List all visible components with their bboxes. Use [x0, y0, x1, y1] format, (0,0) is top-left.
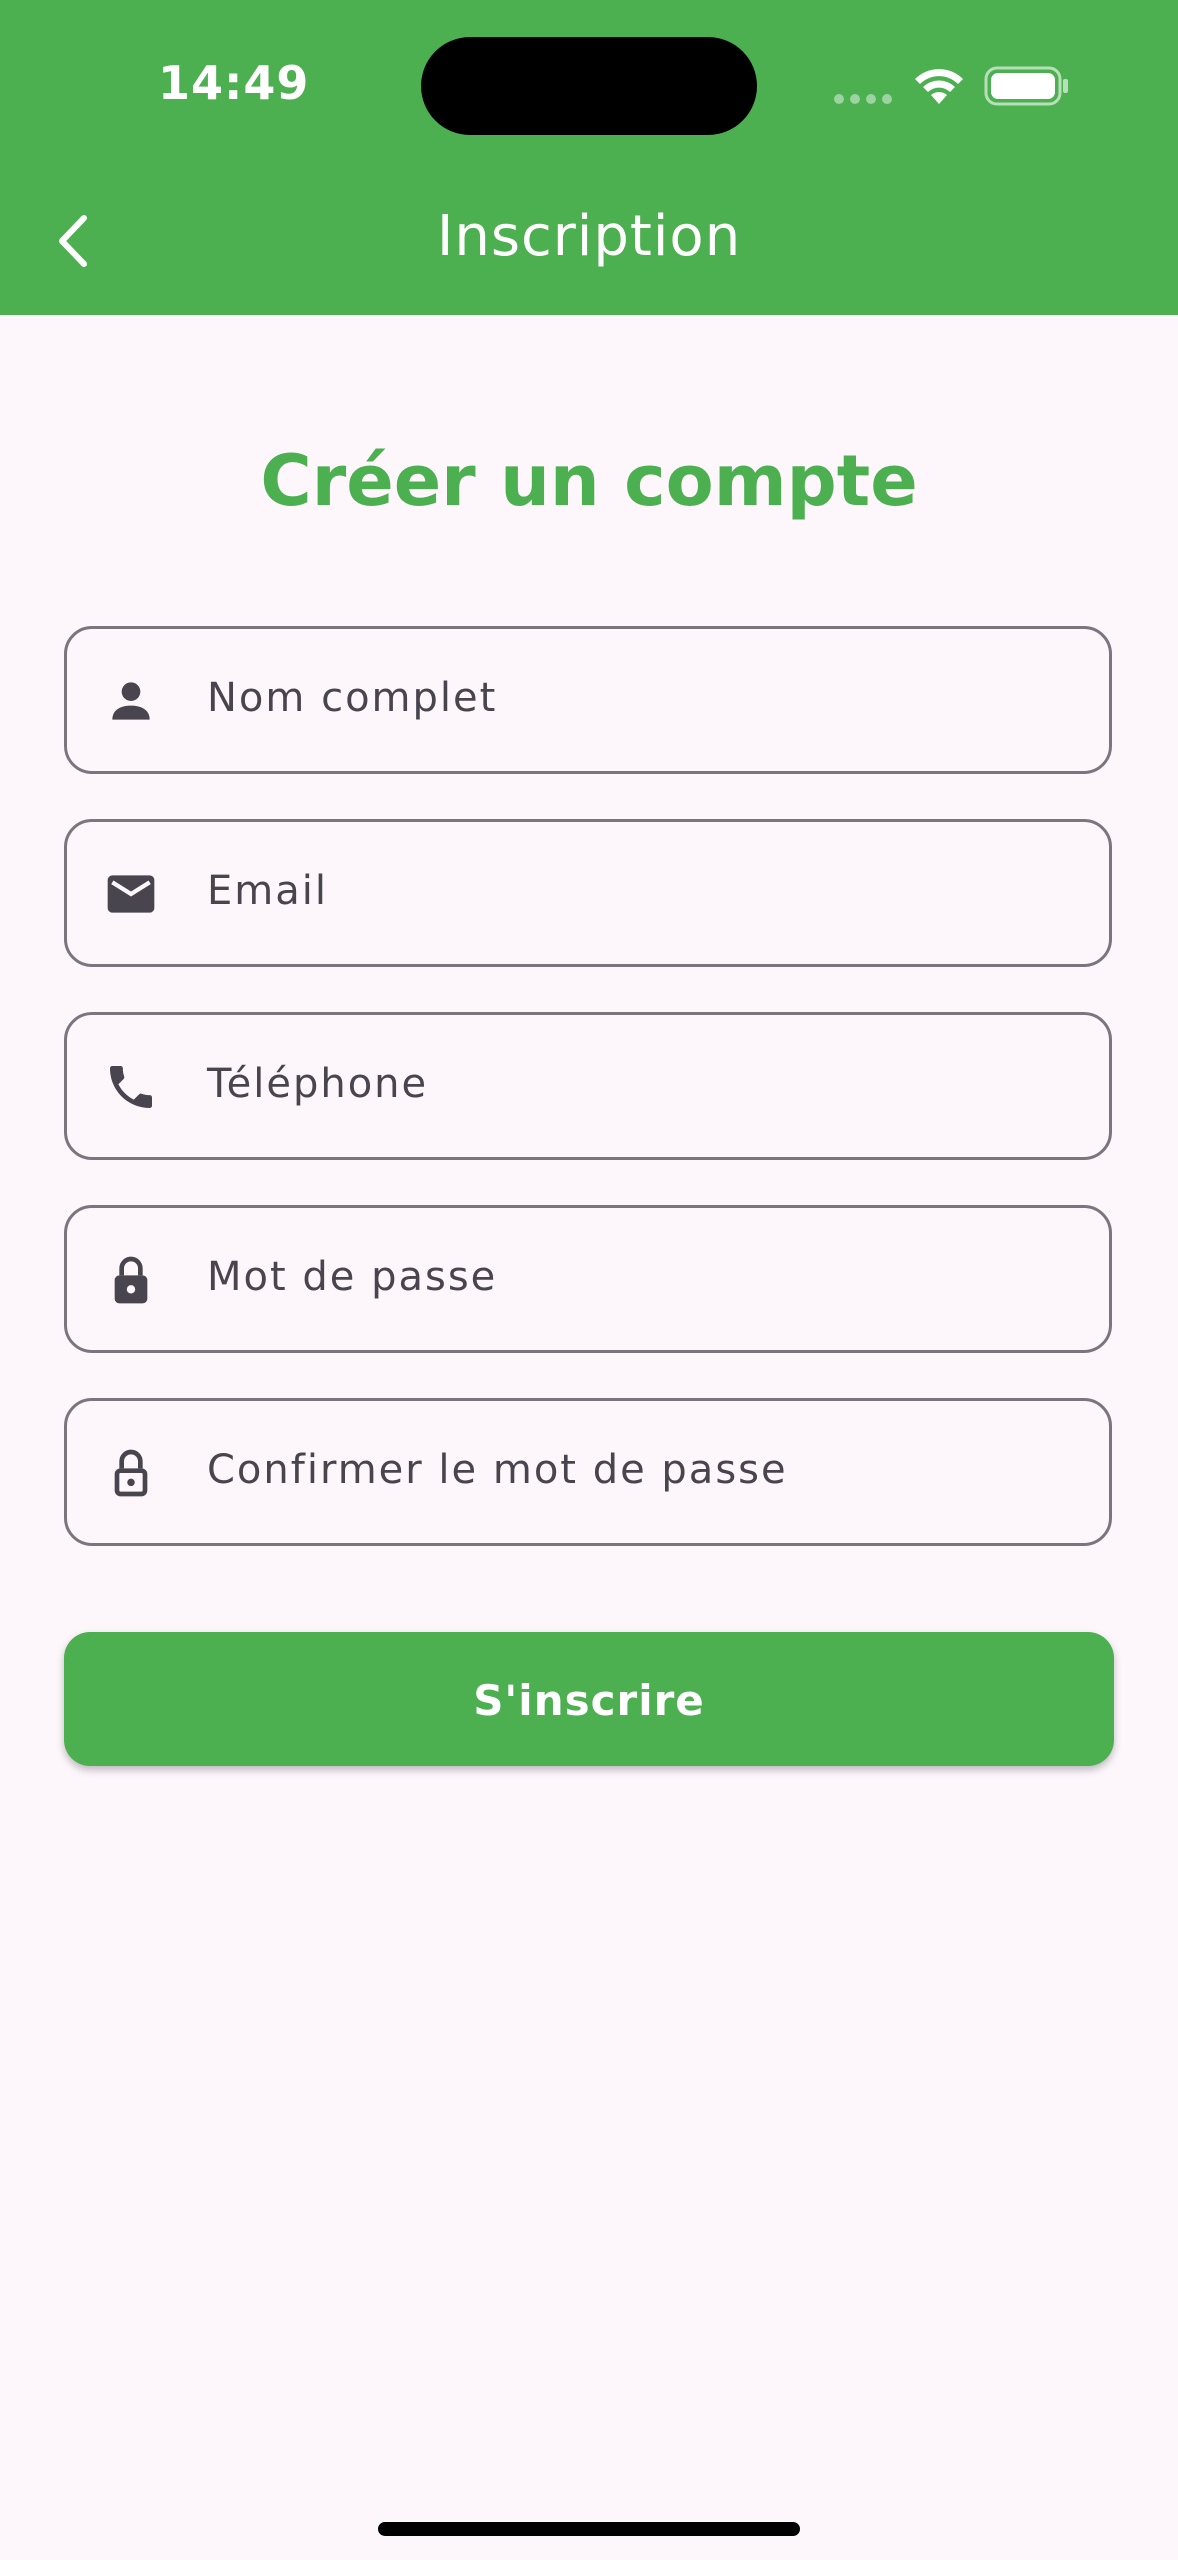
email-field[interactable]: Email	[64, 819, 1112, 967]
full-name-field[interactable]: Nom complet	[64, 626, 1112, 774]
email-placeholder: Email	[207, 868, 328, 914]
confirm-password-placeholder: Confirmer le mot de passe	[207, 1447, 788, 1493]
status-time: 14:49	[158, 56, 310, 110]
password-placeholder: Mot de passe	[207, 1254, 498, 1300]
wifi-icon	[915, 69, 963, 104]
lock-icon	[114, 1256, 148, 1304]
person-icon	[112, 682, 150, 720]
full-name-placeholder: Nom complet	[207, 675, 498, 721]
register-button[interactable]: S'inscrire	[64, 1632, 1114, 1766]
cellular-signal-icon	[834, 94, 894, 104]
dynamic-island	[421, 37, 757, 135]
home-indicator[interactable]	[378, 2522, 800, 2536]
confirm-password-field[interactable]: Confirmer le mot de passe	[64, 1398, 1112, 1546]
page-title: Créer un compte	[260, 440, 918, 522]
app-bar-title: Inscription	[436, 204, 742, 269]
lock-outline-icon	[114, 1449, 148, 1497]
mail-icon	[107, 875, 155, 913]
phone-placeholder: Téléphone	[207, 1061, 429, 1107]
app-bar: 14:49 Inscription	[0, 0, 1178, 315]
battery-icon	[984, 66, 1068, 106]
password-field[interactable]: Mot de passe	[64, 1205, 1112, 1353]
phone-field[interactable]: Téléphone	[64, 1012, 1112, 1160]
phone-icon	[110, 1066, 152, 1108]
register-button-label: S'inscrire	[473, 1676, 705, 1725]
